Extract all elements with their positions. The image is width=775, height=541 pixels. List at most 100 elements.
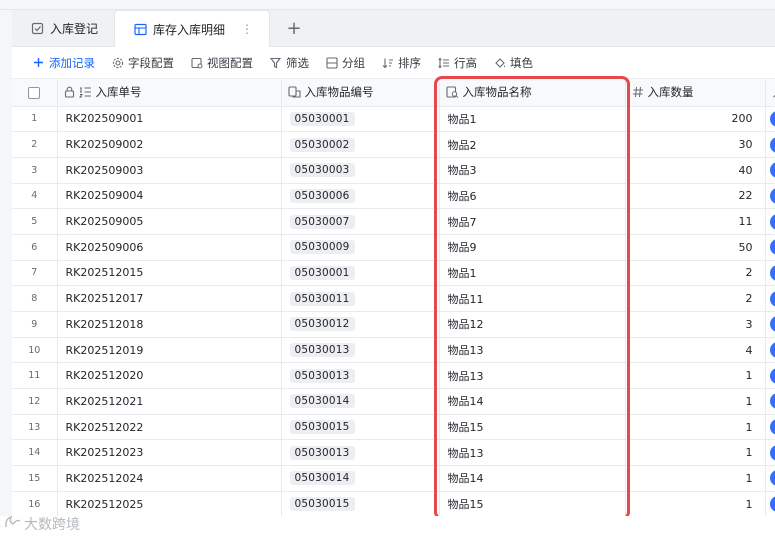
cell-item-name[interactable]: 物品3 (439, 157, 626, 184)
column-header-item-code[interactable]: 入库物品编号 (281, 79, 440, 107)
cell-order-no[interactable]: RK202512022 (57, 414, 282, 441)
cell-item-code[interactable]: 05030013 (281, 337, 440, 364)
cell-item-code[interactable]: 05030015 (281, 414, 440, 441)
filter-button[interactable]: 筛选 (269, 55, 309, 71)
cell-item-name[interactable]: 物品6 (439, 183, 626, 210)
cell-next[interactable] (765, 106, 775, 133)
cell-item-name[interactable]: 物品7 (439, 208, 626, 235)
cell-order-no[interactable]: RK202509004 (57, 183, 282, 210)
select-all-header[interactable] (12, 79, 58, 107)
cell-item-name[interactable]: 物品14 (439, 388, 626, 415)
column-header-order-no[interactable]: 入库单号 (57, 79, 282, 107)
cell-next[interactable] (765, 260, 775, 287)
cell-quantity[interactable]: 30 (625, 131, 766, 158)
cell-quantity[interactable]: 2 (625, 260, 766, 287)
cell-quantity[interactable]: 200 (625, 106, 766, 133)
cell-item-name[interactable]: 物品13 (439, 362, 626, 390)
cell-quantity[interactable]: 3 (625, 311, 766, 338)
cell-item-code[interactable]: 05030001 (281, 106, 440, 133)
cell-item-code[interactable]: 05030012 (281, 311, 440, 338)
column-header-quantity[interactable]: 入库数量 (625, 79, 766, 107)
table-row[interactable]: 5 RK202509005 05030007 物品7 11 (12, 208, 775, 235)
view-config-button[interactable]: 视图配置 (190, 55, 253, 71)
cell-quantity[interactable]: 50 (625, 234, 766, 261)
cell-item-name[interactable]: 物品15 (439, 491, 626, 516)
cell-next[interactable] (765, 131, 775, 158)
cell-item-name[interactable]: 物品14 (439, 465, 626, 492)
add-tab-button[interactable]: + (274, 10, 314, 46)
table-row[interactable]: 13 RK202512022 05030015 物品15 1 (12, 414, 775, 441)
cell-next[interactable] (765, 208, 775, 235)
cell-item-name[interactable]: 物品13 (439, 337, 626, 364)
cell-order-no[interactable]: RK202512025 (57, 491, 282, 516)
table-row[interactable]: 7 RK202512015 05030001 物品1 2 (12, 260, 775, 287)
cell-next[interactable] (765, 311, 775, 338)
cell-item-name[interactable]: 物品9 (439, 234, 626, 261)
cell-item-code[interactable]: 05030014 (281, 465, 440, 492)
cell-quantity[interactable]: 1 (625, 491, 766, 516)
cell-order-no[interactable]: RK202509006 (57, 234, 282, 261)
cell-quantity[interactable]: 11 (625, 208, 766, 235)
cell-quantity[interactable]: 40 (625, 157, 766, 184)
cell-order-no[interactable]: RK202509005 (57, 208, 282, 235)
cell-item-code[interactable]: 05030013 (281, 439, 440, 467)
cell-order-no[interactable]: RK202512015 (57, 260, 282, 287)
cell-next[interactable] (765, 414, 775, 441)
table-row[interactable]: 1 RK202509001 05030001 物品1 200 (12, 106, 775, 133)
cell-item-code[interactable]: 05030002 (281, 131, 440, 158)
cell-order-no[interactable]: RK202512023 (57, 439, 282, 467)
cell-item-code[interactable]: 05030013 (281, 362, 440, 390)
table-row[interactable]: 15 RK202512024 05030014 物品14 1 (12, 465, 775, 492)
cell-item-code[interactable]: 05030001 (281, 260, 440, 287)
cell-quantity[interactable]: 1 (625, 388, 766, 415)
cell-order-no[interactable]: RK202512018 (57, 311, 282, 338)
cell-next[interactable] (765, 157, 775, 184)
cell-item-name[interactable]: 物品15 (439, 414, 626, 441)
cell-order-no[interactable]: RK202512017 (57, 285, 282, 312)
cell-item-code[interactable]: 05030015 (281, 491, 440, 516)
table-row[interactable]: 16 RK202512025 05030015 物品15 1 (12, 491, 775, 516)
cell-item-name[interactable]: 物品2 (439, 131, 626, 158)
cell-quantity[interactable]: 1 (625, 362, 766, 390)
cell-item-code[interactable]: 05030006 (281, 183, 440, 210)
cell-order-no[interactable]: RK202512021 (57, 388, 282, 415)
tab-inbound-register[interactable]: 入库登记 (12, 10, 114, 46)
cell-item-name[interactable]: 物品13 (439, 439, 626, 467)
cell-order-no[interactable]: RK202512024 (57, 465, 282, 492)
cell-next[interactable] (765, 439, 775, 467)
cell-item-code[interactable]: 05030014 (281, 388, 440, 415)
cell-next[interactable] (765, 388, 775, 415)
table-row[interactable]: 6 RK202509006 05030009 物品9 50 (12, 234, 775, 261)
cell-quantity[interactable]: 1 (625, 414, 766, 441)
cell-next[interactable] (765, 337, 775, 364)
cell-order-no[interactable]: RK202512019 (57, 337, 282, 364)
sort-button[interactable]: 排序 (381, 55, 421, 71)
table-row[interactable]: 9 RK202512018 05030012 物品12 3 (12, 311, 775, 338)
cell-item-code[interactable]: 05030011 (281, 285, 440, 312)
cell-quantity[interactable]: 2 (625, 285, 766, 312)
cell-item-code[interactable]: 05030003 (281, 157, 440, 184)
column-header-item-name[interactable]: 入库物品名称 (439, 79, 626, 107)
table-row[interactable]: 3 RK202509003 05030003 物品3 40 (12, 157, 775, 184)
cell-order-no[interactable]: RK202509003 (57, 157, 282, 184)
cell-next[interactable] (765, 234, 775, 261)
cell-quantity[interactable]: 1 (625, 439, 766, 467)
field-config-button[interactable]: 字段配置 (111, 55, 174, 71)
cell-order-no[interactable]: RK202512020 (57, 362, 282, 390)
cell-item-name[interactable]: 物品11 (439, 285, 626, 312)
cell-item-code[interactable]: 05030007 (281, 208, 440, 235)
cell-item-name[interactable]: 物品1 (439, 106, 626, 133)
cell-order-no[interactable]: RK202509002 (57, 131, 282, 158)
table-row[interactable]: 4 RK202509004 05030006 物品6 22 (12, 183, 775, 210)
cell-next[interactable] (765, 465, 775, 492)
column-header-next[interactable] (765, 79, 775, 107)
cell-next[interactable] (765, 491, 775, 516)
select-all-checkbox[interactable] (28, 86, 41, 99)
cell-order-no[interactable]: RK202509001 (57, 106, 282, 133)
cell-quantity[interactable]: 4 (625, 337, 766, 364)
add-record-button[interactable]: 添加记录 (32, 55, 95, 71)
group-button[interactable]: 分组 (325, 55, 365, 71)
table-row[interactable]: 8 RK202512017 05030011 物品11 2 (12, 285, 775, 312)
row-height-button[interactable]: 行高 (437, 55, 477, 71)
table-row[interactable]: 14 RK202512023 05030013 物品13 1 (12, 439, 775, 467)
